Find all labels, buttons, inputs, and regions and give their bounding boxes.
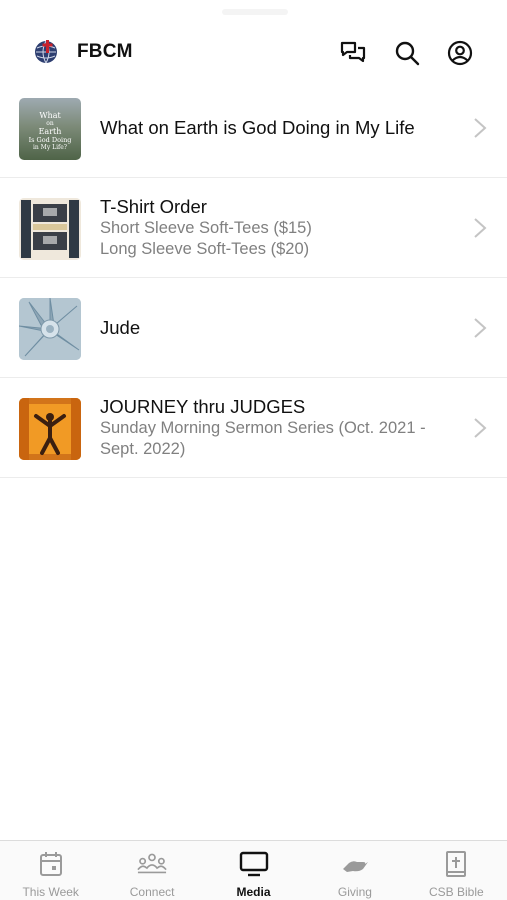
- media-list: What on Earth Is God Doing in My Life? W…: [0, 78, 507, 478]
- tab-label: This Week: [22, 885, 79, 899]
- tab-label: Giving: [337, 885, 372, 899]
- list-item-title: What on Earth is God Doing in My Life: [100, 117, 415, 138]
- list-item[interactable]: What on Earth Is God Doing in My Life? W…: [0, 78, 507, 178]
- tab-csb-bible[interactable]: CSB Bible: [406, 841, 507, 900]
- tab-connect[interactable]: Connect: [101, 841, 202, 900]
- list-item-title: Jude: [100, 317, 141, 338]
- cover-line-5: in My Life?: [32, 144, 68, 151]
- chat-icon[interactable]: [338, 38, 368, 68]
- cover-line-1: What: [39, 111, 61, 120]
- hand-icon: [340, 850, 370, 878]
- list-item[interactable]: JOURNEY thru JUDGES Sunday Morning Sermo…: [0, 378, 507, 478]
- list-item-text: What on Earth is God Doing in My Life: [100, 78, 457, 177]
- app-header: FBCM: [0, 28, 507, 76]
- judges-series-thumbnail: [19, 398, 81, 460]
- chevron-right-icon: [474, 317, 487, 338]
- status-bar-indicator: [222, 9, 288, 15]
- agave-plant-thumbnail: [19, 298, 81, 360]
- list-item-title: T-Shirt Order: [100, 196, 207, 217]
- chevron-right-icon: [474, 417, 487, 438]
- book-cover-thumbnail: What on Earth Is God Doing in My Life?: [19, 98, 81, 160]
- cover-line-4: Is God Doing: [28, 136, 72, 144]
- bible-icon: [441, 850, 471, 878]
- list-item-subtitle: Sunday Morning Sermon Series (Oct. 2021 …: [100, 419, 426, 458]
- tab-label: CSB Bible: [428, 885, 484, 899]
- church-logo-icon: [33, 39, 59, 65]
- tab-label: Media: [236, 885, 271, 899]
- list-item[interactable]: Jude: [0, 278, 507, 378]
- tab-giving[interactable]: Giving: [304, 841, 405, 900]
- list-item-text: JOURNEY thru JUDGES Sunday Morning Sermo…: [100, 378, 457, 477]
- list-item-text: Jude: [100, 278, 457, 377]
- search-icon[interactable]: [392, 38, 422, 68]
- tshirt-thumbnail: [19, 198, 81, 260]
- chevron-right-icon: [474, 117, 487, 138]
- list-item-title: JOURNEY thru JUDGES: [100, 396, 306, 417]
- calendar-icon: [36, 850, 66, 878]
- people-icon: [137, 850, 167, 878]
- tab-label: Connect: [129, 885, 175, 899]
- list-item-text: T-Shirt Order Short Sleeve Soft-Tees ($1…: [100, 178, 457, 277]
- app-title: FBCM: [77, 41, 133, 62]
- bottom-tab-bar: This Week Connect Media Giving CSB Bible: [0, 840, 507, 900]
- chevron-right-icon: [474, 217, 487, 238]
- tab-media[interactable]: Media: [203, 841, 304, 900]
- account-icon[interactable]: [445, 38, 475, 68]
- list-item[interactable]: T-Shirt Order Short Sleeve Soft-Tees ($1…: [0, 178, 507, 278]
- cover-line-3: Earth: [38, 127, 62, 136]
- tab-this-week[interactable]: This Week: [0, 841, 101, 900]
- tv-icon: [239, 850, 269, 878]
- list-item-subtitle: Short Sleeve Soft-Tees ($15) Long Sleeve…: [100, 219, 312, 258]
